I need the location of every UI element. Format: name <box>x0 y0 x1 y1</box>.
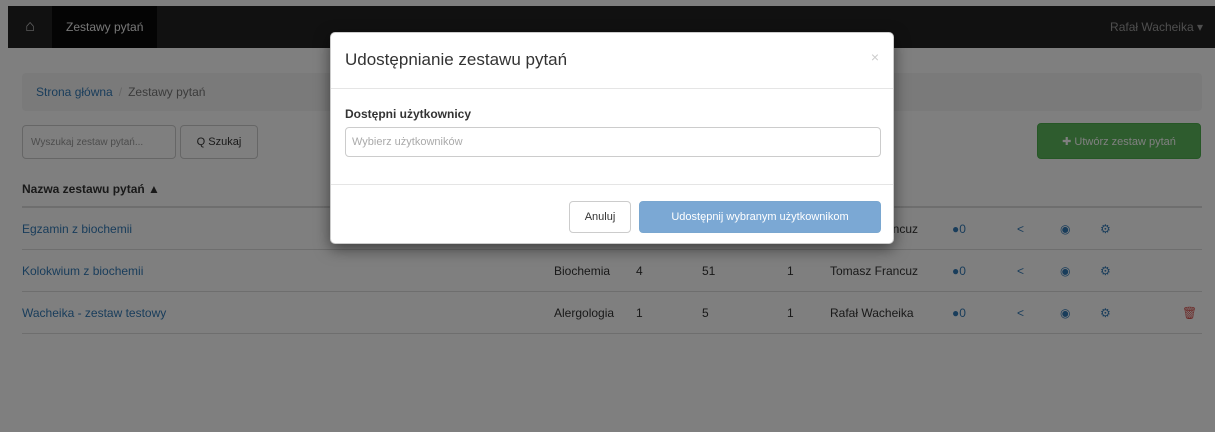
page: ⌂ Zestawy pytań Rafał Wacheika ▾ Strona … <box>0 0 1215 432</box>
share-selected-button[interactable]: Udostępnij wybranym użytkownikom <box>639 201 881 233</box>
modal-title: Udostępnianie zestawu pytań <box>345 50 568 69</box>
close-icon[interactable]: × <box>871 49 879 65</box>
share-modal: Udostępnianie zestawu pytań × Dostępni u… <box>330 32 894 244</box>
modal-footer: Anuluj Udostępnij wybranym użytkownikom <box>331 185 893 243</box>
users-select-input[interactable]: Wybierz użytkowników <box>345 127 881 157</box>
users-field-label: Dostępni użytkownicy <box>345 107 472 121</box>
modal-header: Udostępnianie zestawu pytań × <box>331 33 893 89</box>
modal-body: Dostępni użytkownicy Wybierz użytkownikó… <box>331 89 893 185</box>
cancel-button[interactable]: Anuluj <box>569 201 631 233</box>
